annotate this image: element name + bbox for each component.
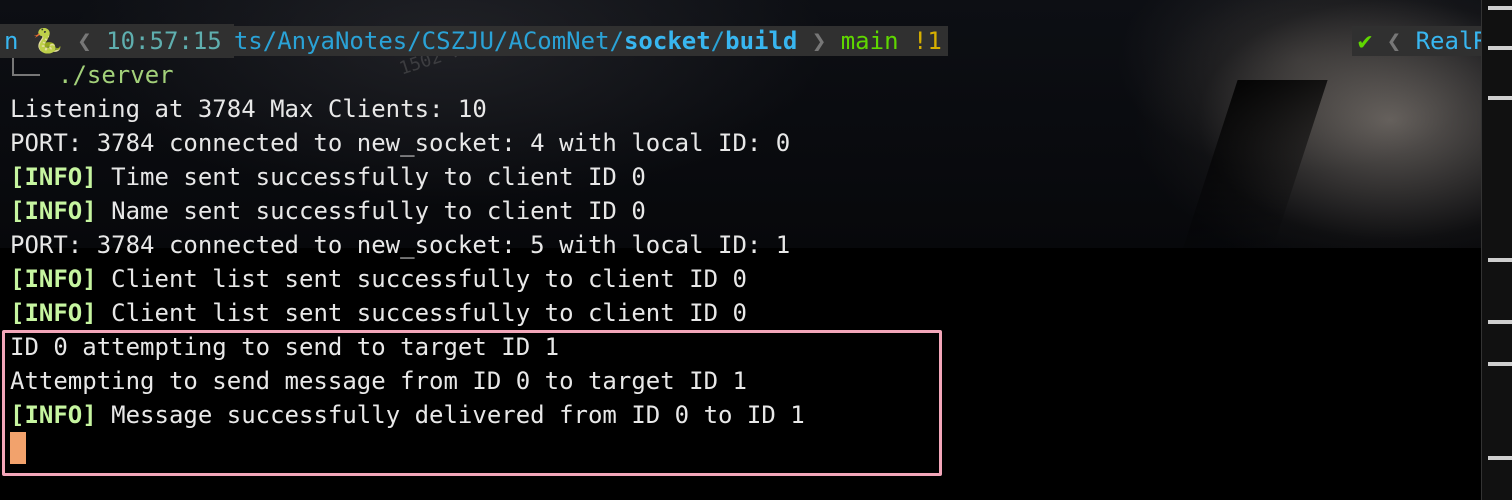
info-tag: [INFO] bbox=[10, 163, 97, 191]
scrollbar-tick bbox=[1488, 46, 1512, 50]
output-line: [INFO] Client list sent successfully to … bbox=[10, 296, 747, 330]
git-dirty-count: !1 bbox=[912, 27, 942, 55]
highlight-annotation-box bbox=[2, 330, 942, 476]
terminal-window[interactable]: 1502 WO ~/Documents/AnyaNotes/CSZJU/ACom… bbox=[0, 0, 1512, 500]
output-text: Client list sent successfully to client … bbox=[96, 265, 747, 293]
prompt-time: 10:57:15 bbox=[106, 27, 222, 55]
chevron-left-icon: ❮ bbox=[1386, 27, 1402, 55]
output-line: Listening at 3784 Max Clients: 10 bbox=[10, 92, 487, 126]
scrollbar-tick bbox=[1488, 362, 1512, 366]
prompt-path-line: ~/Documents/AnyaNotes/CSZJU/AComNet/sock… bbox=[0, 0, 948, 56]
output-line: PORT: 3784 connected to new_socket: 4 wi… bbox=[10, 126, 790, 160]
scrollbar-tick bbox=[1488, 258, 1512, 262]
info-tag: [INFO] bbox=[10, 299, 97, 327]
background-shadow bbox=[1182, 80, 1328, 250]
python-icon: 🐍 bbox=[32, 27, 63, 55]
prompt-left-cut: n bbox=[4, 27, 19, 55]
output-line: [INFO] Name sent successfully to client … bbox=[10, 194, 646, 228]
prompt-dir-socket: socket bbox=[623, 27, 711, 55]
prompt-right-status: ✔ ❮ RealRu bbox=[1294, 0, 1509, 56]
output-text: PORT: 3784 connected to new_socket: 5 wi… bbox=[10, 231, 791, 259]
info-tag: [INFO] bbox=[10, 265, 97, 293]
terminal-cursor[interactable] bbox=[10, 432, 26, 464]
output-text: Time sent successfully to client ID 0 bbox=[96, 163, 646, 191]
scrollbar-tick bbox=[1488, 96, 1512, 100]
prompt-dir-build: build bbox=[725, 27, 798, 55]
output-text: Listening at 3784 Max Clients: 10 bbox=[10, 95, 487, 123]
scrollbar-tick bbox=[1488, 320, 1512, 324]
prompt-time-segment: n 🐍 ❮ 10:57:15 bbox=[0, 24, 234, 58]
scrollbar[interactable] bbox=[1481, 0, 1512, 500]
output-line: [INFO] Time sent successfully to client … bbox=[10, 160, 646, 194]
output-line: PORT: 3784 connected to new_socket: 5 wi… bbox=[10, 228, 790, 262]
output-text: Client list sent successfully to client … bbox=[96, 299, 747, 327]
prompt-corner-connector bbox=[12, 58, 40, 76]
chevron-right-icon: ❯ bbox=[811, 27, 827, 55]
output-text: Name sent successfully to client ID 0 bbox=[96, 197, 646, 225]
command-text: ./server bbox=[58, 61, 174, 89]
scrollbar-tick bbox=[1488, 6, 1512, 10]
chevron-left-icon: ❮ bbox=[77, 27, 92, 55]
scrollbar-tick bbox=[1488, 456, 1512, 460]
check-icon: ✔ bbox=[1357, 27, 1373, 55]
info-tag: [INFO] bbox=[10, 197, 97, 225]
git-branch: main bbox=[840, 27, 899, 55]
output-text: PORT: 3784 connected to new_socket: 4 wi… bbox=[10, 129, 791, 157]
prompt-path-separator: / bbox=[710, 27, 726, 55]
output-line: [INFO] Client list sent successfully to … bbox=[10, 262, 747, 296]
